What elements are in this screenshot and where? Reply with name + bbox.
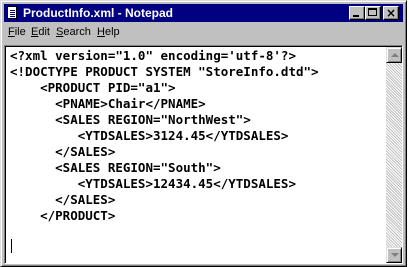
code-line: </PRODUCT> — [10, 208, 116, 223]
maximize-icon — [368, 8, 377, 16]
menu-help[interactable]: Help — [97, 26, 120, 39]
arrow-down-icon — [391, 253, 399, 257]
menu-search[interactable]: Search — [56, 26, 91, 39]
code-line: </SALES> — [10, 192, 116, 207]
menu-bar: File Edit Search Help — [4, 23, 403, 42]
code-line: </SALES> — [10, 144, 116, 159]
notepad-icon[interactable] — [7, 6, 17, 19]
text-area[interactable]: <?xml version="1.0" encoding='utf-8'?> <… — [10, 48, 385, 262]
window-title: ProductInfo.xml - Notepad — [23, 6, 173, 20]
editor-frame: <?xml version="1.0" encoding='utf-8'?> <… — [4, 45, 403, 264]
vertical-scrollbar[interactable] — [386, 47, 402, 263]
code-line: <?xml version="1.0" encoding='utf-8'?> — [10, 48, 296, 63]
close-button[interactable]: × — [383, 6, 399, 20]
code-line: <!DOCTYPE PRODUCT SYSTEM "StoreInfo.dtd"… — [10, 64, 319, 79]
menu-edit[interactable]: Edit — [31, 26, 50, 39]
arrow-up-icon — [391, 53, 399, 57]
notepad-window: ProductInfo.xml - Notepad × File Edit Se… — [0, 0, 407, 267]
maximize-button[interactable] — [365, 6, 381, 20]
code-line: <YTDSALES>12434.45</YTDSALES> — [10, 176, 296, 191]
minimize-button[interactable] — [349, 6, 365, 20]
scroll-down-button[interactable] — [386, 247, 402, 263]
minimize-icon — [353, 15, 359, 17]
code-line: <PRODUCT PID="a1"> — [10, 80, 176, 95]
code-line: <SALES REGION="NorthWest"> — [10, 112, 251, 127]
scroll-up-button[interactable] — [386, 47, 402, 63]
close-icon: × — [385, 6, 397, 20]
code-line: <YTDSALES>3124.45</YTDSALES> — [10, 128, 289, 143]
code-line: <SALES REGION="South"> — [10, 160, 221, 175]
text-editor[interactable]: <?xml version="1.0" encoding='utf-8'?> <… — [5, 46, 402, 263]
menu-file[interactable]: File — [8, 26, 26, 39]
code-line: <PNAME>Chair</PNAME> — [10, 96, 206, 111]
text-caret — [11, 239, 12, 253]
title-bar[interactable]: ProductInfo.xml - Notepad × — [4, 4, 403, 22]
